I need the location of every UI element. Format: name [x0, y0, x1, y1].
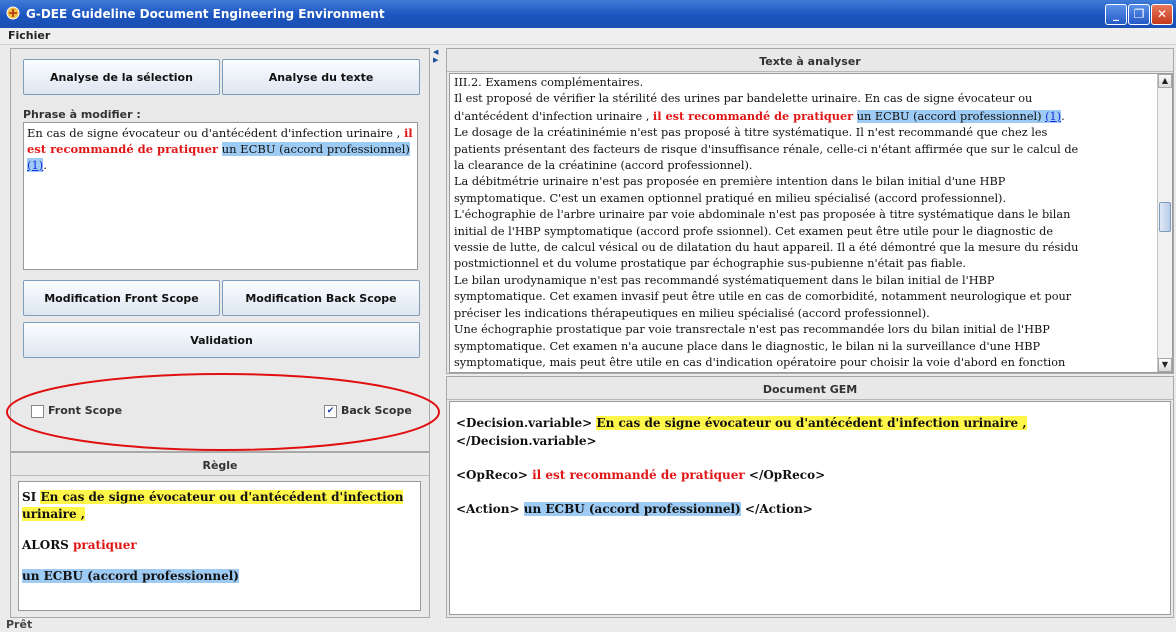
gem-opreco-text: il est recommandé de pratiquer	[532, 468, 745, 482]
regle-condition: En cas de signe évocateur ou d'antécéden…	[22, 490, 404, 521]
modification-front-scope-button[interactable]: Modification Front Scope	[23, 280, 220, 316]
texte-scrollbar[interactable]: ▲ ▼	[1157, 74, 1172, 372]
gem-decision-close-tag: </Decision.variable>	[456, 434, 597, 448]
phrase-label: Phrase à modifier :	[23, 108, 141, 121]
texte-line: symptomatique. Cet examen n'a aucune pla…	[454, 339, 1041, 353]
texte-line: Le bilan urodynamique n'est pas recomman…	[454, 273, 995, 287]
modification-back-scope-button[interactable]: Modification Back Scope	[222, 280, 420, 316]
texte-header: Texte à analyser	[447, 53, 1173, 72]
splitter-arrows[interactable]: ◀ ▶	[433, 48, 438, 64]
texte-line: La débitmétrie urinaire n'est pas propos…	[454, 175, 1006, 189]
regle-panel: Règle SI En cas de signe évocateur ou d'…	[10, 452, 430, 618]
texte-reference-link[interactable]: (1)	[1045, 109, 1062, 123]
texte-line: Une échographie prostatique par voie tra…	[454, 323, 1050, 337]
texte-line: symptomatique. Cet examen invasif peut ê…	[454, 290, 1072, 304]
texte-line: postmictionnel et du volume prostatique …	[454, 257, 967, 271]
scroll-down-arrow-icon[interactable]: ▼	[1158, 358, 1172, 372]
texte-opreco: il est recommandé de pratiquer	[652, 108, 854, 123]
texte-line: d'antécédent d'infection urinaire , il e…	[454, 108, 1154, 125]
texte-line: Le dosage de la créatininémie n'est pas …	[454, 126, 1048, 140]
phrase-textarea[interactable]: En cas de signe évocateur ou d'antécéden…	[23, 122, 418, 270]
gem-action-open-tag: <Action>	[456, 502, 520, 516]
validation-button[interactable]: Validation	[23, 322, 420, 358]
texte-line: L'échographie de l'arbre urinaire par vo…	[454, 208, 1071, 222]
regle-header: Règle	[11, 457, 429, 476]
texte-panel: Texte à analyser III.2. Examens compléme…	[446, 48, 1174, 374]
regle-si: SI	[22, 490, 37, 504]
gem-action-text: un ECBU (accord professionnel)	[523, 502, 741, 516]
gem-opreco-close-tag: </OpReco>	[748, 468, 826, 482]
maximize-button[interactable]: ❐	[1128, 4, 1150, 25]
texte-line: la clearance de la créatinine (accord pr…	[454, 159, 753, 173]
texte-line: vessie de lutte, de calcul vésical ou de…	[454, 241, 1079, 255]
texte-line: préciser les indications thérapeutiques …	[454, 306, 930, 320]
gem-opreco-open-tag: <OpReco>	[456, 468, 528, 482]
texte-line: patients présentant des facteurs de risq…	[454, 142, 1079, 156]
gem-decision-text: En cas de signe évocateur ou d'antécéden…	[596, 416, 1027, 430]
menu-fichier[interactable]: Fichier	[8, 29, 50, 42]
gem-decision-open-tag: <Decision.variable>	[456, 416, 593, 430]
app-icon	[6, 6, 20, 20]
texte-action: un ECBU (accord professionnel)	[856, 109, 1042, 123]
close-button[interactable]: ✕	[1151, 4, 1173, 25]
regle-alors: ALORS	[22, 538, 69, 552]
texte-textarea[interactable]: III.2. Examens complémentaires. Il est p…	[449, 73, 1173, 373]
window-title: G-DEE Guideline Document Engineering Env…	[26, 7, 385, 21]
scroll-thumb[interactable]	[1159, 202, 1171, 232]
analyse-selection-button[interactable]: Analyse de la sélection	[23, 59, 220, 95]
texte-line: symptomatique, mais peut être utile en c…	[454, 355, 1066, 369]
title-bar: G-DEE Guideline Document Engineering Env…	[0, 0, 1176, 28]
phrase-text: En cas de signe évocateur ou d'antécéden…	[27, 126, 404, 140]
regle-pratiquer: pratiquer	[73, 538, 137, 552]
phrase-reference-link[interactable]: (1)	[27, 158, 44, 172]
texte-line: symptomatique. C'est un examen optionnel…	[454, 191, 1007, 205]
menu-bar: Fichier	[0, 28, 1176, 45]
regle-action: un ECBU (accord professionnel)	[22, 569, 239, 583]
minimize-button[interactable]: _	[1105, 4, 1127, 25]
gem-action-close-tag: </Action>	[744, 502, 813, 516]
gem-panel: Document GEM <Decision.variable> En cas …	[446, 376, 1174, 618]
texte-line: III.2. Examens complémentaires.	[454, 76, 644, 89]
texte-line: initial de l'HBP symptomatique (accord p…	[454, 224, 1054, 238]
texte-line: Il est proposé de vérifier la stérilité …	[454, 92, 1033, 106]
phrase-action: un ECBU (accord professionnel)	[221, 142, 410, 156]
gem-content: <Decision.variable> En cas de signe évoc…	[449, 401, 1171, 615]
texte-period: .	[1061, 109, 1065, 123]
gem-header: Document GEM	[447, 381, 1173, 400]
phrase-end: .	[43, 158, 47, 172]
analyse-texte-button[interactable]: Analyse du texte	[222, 59, 420, 95]
scroll-up-arrow-icon[interactable]: ▲	[1158, 74, 1172, 88]
regle-content: SI En cas de signe évocateur ou d'antécé…	[18, 481, 421, 611]
texte-fragment: d'antécédent d'infection urinaire ,	[454, 109, 653, 123]
status-text: Prêt	[6, 618, 33, 631]
texte-content: III.2. Examens complémentaires. Il est p…	[454, 75, 1154, 371]
